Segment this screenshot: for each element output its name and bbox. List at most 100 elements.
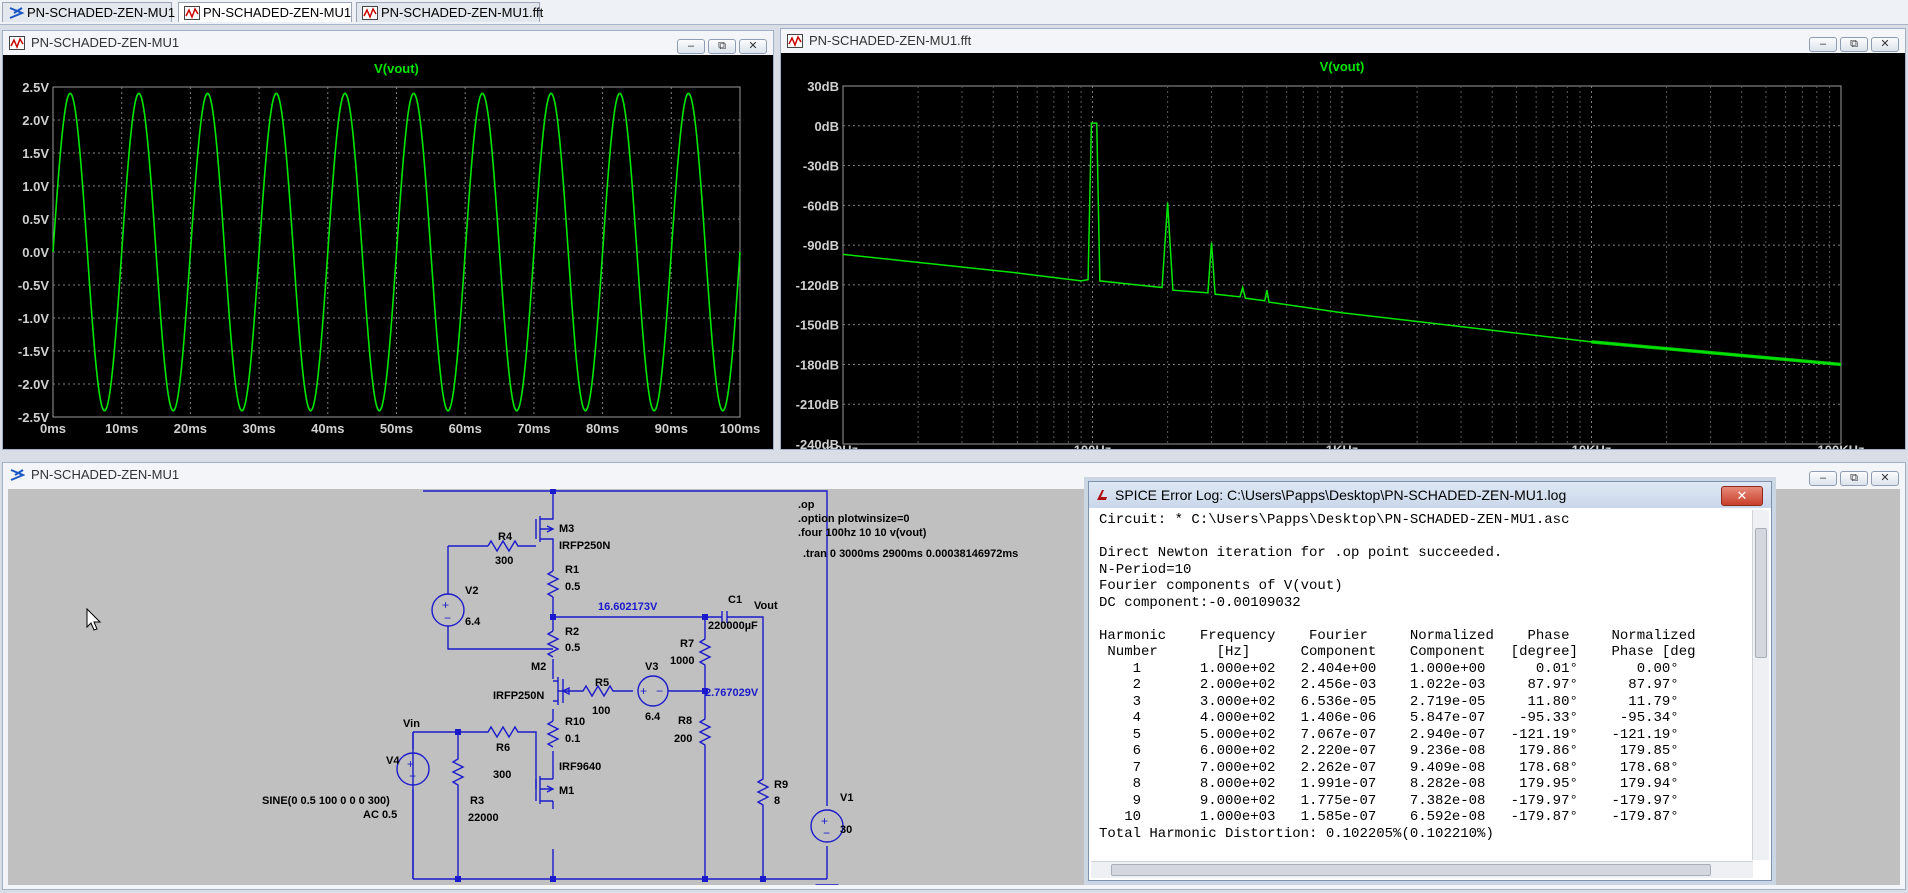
directive-option[interactable]: .option plotwinsize=0 xyxy=(798,513,910,525)
log-line: 5 5.000e+02 7.067e-07 2.940e-07 -121.19°… xyxy=(1099,726,1679,743)
log-line: Total Harmonic Distortion: 0.102205%(0.1… xyxy=(1099,825,1494,842)
log-line: 7 7.000e+02 2.262e-07 9.409e-08 178.68° … xyxy=(1099,759,1679,776)
r2-value[interactable]: 0.5 xyxy=(565,642,580,654)
c1-label[interactable]: C1 xyxy=(728,594,742,606)
node-voltage-label: 2.767029V xyxy=(705,687,759,699)
horizontal-scrollbar[interactable] xyxy=(1091,861,1753,878)
v4-label[interactable]: V4 xyxy=(386,755,400,767)
r10-value[interactable]: 0.1 xyxy=(565,733,580,745)
y-tick-label: -90dB xyxy=(803,238,839,253)
m3-label[interactable]: M3 xyxy=(559,523,574,535)
tab-fft-plot[interactable]: PN-SCHADED-ZEN-MU1.fft xyxy=(356,2,543,22)
r3-label[interactable]: R3 xyxy=(470,795,484,807)
close-button[interactable]: ✕ xyxy=(739,39,767,54)
r3-value[interactable]: 22000 xyxy=(468,812,499,824)
y-tick-label: -1.0V xyxy=(18,311,49,326)
log-line: DC component:-0.00109032 xyxy=(1099,594,1301,611)
v1-value[interactable]: 30 xyxy=(840,824,852,836)
r5-label[interactable]: R5 xyxy=(595,677,609,689)
minimize-button[interactable]: – xyxy=(1809,471,1837,486)
close-button[interactable]: ✕ xyxy=(1871,37,1899,52)
tab-transient-plot[interactable]: PN-SCHADED-ZEN-MU1 xyxy=(178,2,352,22)
v1-label[interactable]: V1 xyxy=(840,792,853,804)
y-tick-label: 30dB xyxy=(807,79,839,94)
scrollbar-thumb[interactable] xyxy=(1755,528,1767,658)
tab-schematic[interactable]: PN-SCHADED-ZEN-MU1 xyxy=(2,2,175,22)
v2-value[interactable]: 6.4 xyxy=(465,616,481,628)
vout-net-label[interactable]: Vout xyxy=(754,600,778,612)
y-tick-label: -2.0V xyxy=(18,377,49,392)
chart-title: V(vout) xyxy=(1320,59,1365,74)
fft-plot-pane[interactable]: V(vout)10Hz100Hz1KHz10KHz100KHz30dB0dB-3… xyxy=(781,53,1905,457)
c1-value[interactable]: 220000µF xyxy=(708,620,758,632)
minimize-button[interactable]: – xyxy=(677,39,705,54)
y-tick-label: 2.0V xyxy=(22,113,49,128)
directive-op[interactable]: .op xyxy=(798,499,815,511)
close-button[interactable]: ✕ xyxy=(1721,486,1763,506)
y-tick-label: -60dB xyxy=(803,198,839,213)
m2-value[interactable]: IRFP250N xyxy=(493,690,544,702)
ltspice-logo-icon xyxy=(1097,490,1107,500)
r10-label[interactable]: R10 xyxy=(565,716,585,728)
m2-label[interactable]: M2 xyxy=(531,661,546,673)
r7-value[interactable]: 1000 xyxy=(670,655,694,667)
y-tick-label: -240dB xyxy=(796,437,839,449)
fft-chart: V(vout)10Hz100Hz1KHz10KHz100KHz30dB0dB-3… xyxy=(796,59,1865,457)
v4-value[interactable]: SINE(0 0.5 100 0 0 0 300) xyxy=(262,795,390,807)
r4-value[interactable]: 300 xyxy=(495,555,513,567)
r8-value[interactable]: 200 xyxy=(674,733,692,745)
minimize-button[interactable]: – xyxy=(1809,37,1837,52)
r6-label[interactable]: R6 xyxy=(496,742,510,754)
r6-value[interactable]: 300 xyxy=(493,769,511,781)
svg-text:−: − xyxy=(409,769,416,783)
m3-value[interactable]: IRFP250N xyxy=(559,540,610,552)
m1-value[interactable]: IRF9640 xyxy=(559,761,601,773)
window-controls: – ⧉ ✕ xyxy=(1806,34,1899,52)
y-tick-label: 1.5V xyxy=(22,146,49,161)
r9-value[interactable]: 8 xyxy=(774,795,780,807)
chart-title: V(vout) xyxy=(374,61,419,76)
r1-label[interactable]: R1 xyxy=(565,564,579,576)
vertical-scrollbar[interactable] xyxy=(1752,510,1769,860)
r2-label[interactable]: R2 xyxy=(565,626,579,638)
directive-four[interactable]: .four 100hz 10 10 v(vout) xyxy=(798,527,927,539)
vin-net-label[interactable]: Vin xyxy=(403,718,420,730)
schematic-icon xyxy=(9,7,24,19)
plot-border xyxy=(842,85,1842,445)
restore-button[interactable]: ⧉ xyxy=(1840,37,1868,52)
window-controls: – ⧉ ✕ xyxy=(674,36,767,54)
transient-plot-pane[interactable]: V(vout) 0ms 10ms 20ms 30ms 40ms 50ms 60ms 70ms 80… xyxy=(3,55,773,449)
r9-label[interactable]: R9 xyxy=(774,779,788,791)
v4-ac-value[interactable]: AC 0.5 xyxy=(363,809,397,821)
window-title-text: PN-SCHADED-ZEN-MU1.fft xyxy=(809,33,972,48)
r7-label[interactable]: R7 xyxy=(680,638,694,650)
close-button[interactable]: ✕ xyxy=(1871,471,1899,486)
restore-button[interactable]: ⧉ xyxy=(1840,471,1868,486)
tab-label: PN-SCHADED-ZEN-MU1 xyxy=(203,5,352,20)
x-tick-label: 100ms xyxy=(720,421,760,436)
r5-value[interactable]: 100 xyxy=(592,705,610,717)
document-tab-bar: PN-SCHADED-ZEN-MU1 PN-SCHADED-ZEN-MU1 PN… xyxy=(0,0,1908,25)
y-tick-label: 1.0V xyxy=(22,179,49,194)
v3-label[interactable]: V3 xyxy=(645,661,658,673)
error-log-title: SPICE Error Log: C:\Users\Papps\Desktop\… xyxy=(1115,487,1567,503)
error-log-text[interactable]: Circuit: * C:\Users\Papps\Desktop\PN-SCH… xyxy=(1099,512,1739,860)
x-tick-label: 40ms xyxy=(311,421,344,436)
m1-label[interactable]: M1 xyxy=(559,785,574,797)
r8-label[interactable]: R8 xyxy=(678,715,692,727)
log-line: 3 3.000e+02 6.536e-05 2.719e-05 11.80° 1… xyxy=(1099,693,1679,710)
r4-label[interactable]: R4 xyxy=(498,531,513,543)
y-tick-label: -2.5V xyxy=(18,410,49,425)
v3-value[interactable]: 6.4 xyxy=(645,711,661,723)
y-tick-label: -30dB xyxy=(803,159,839,174)
x-tick-label: 10KHz xyxy=(1572,442,1612,449)
r1-value[interactable]: 0.5 xyxy=(565,581,580,593)
scrollbar-thumb[interactable] xyxy=(1111,864,1711,876)
restore-button[interactable]: ⧉ xyxy=(708,39,736,54)
x-tick-label: 1KHz xyxy=(1326,442,1359,449)
y-tick-label: 2.5V xyxy=(22,80,49,95)
svg-text:+: + xyxy=(442,598,449,612)
directive-tran[interactable]: .tran 0 3000ms 2900ms 0.00038146972ms xyxy=(803,548,1018,560)
v2-label[interactable]: V2 xyxy=(465,585,478,597)
x-tick-label: 80ms xyxy=(586,421,619,436)
